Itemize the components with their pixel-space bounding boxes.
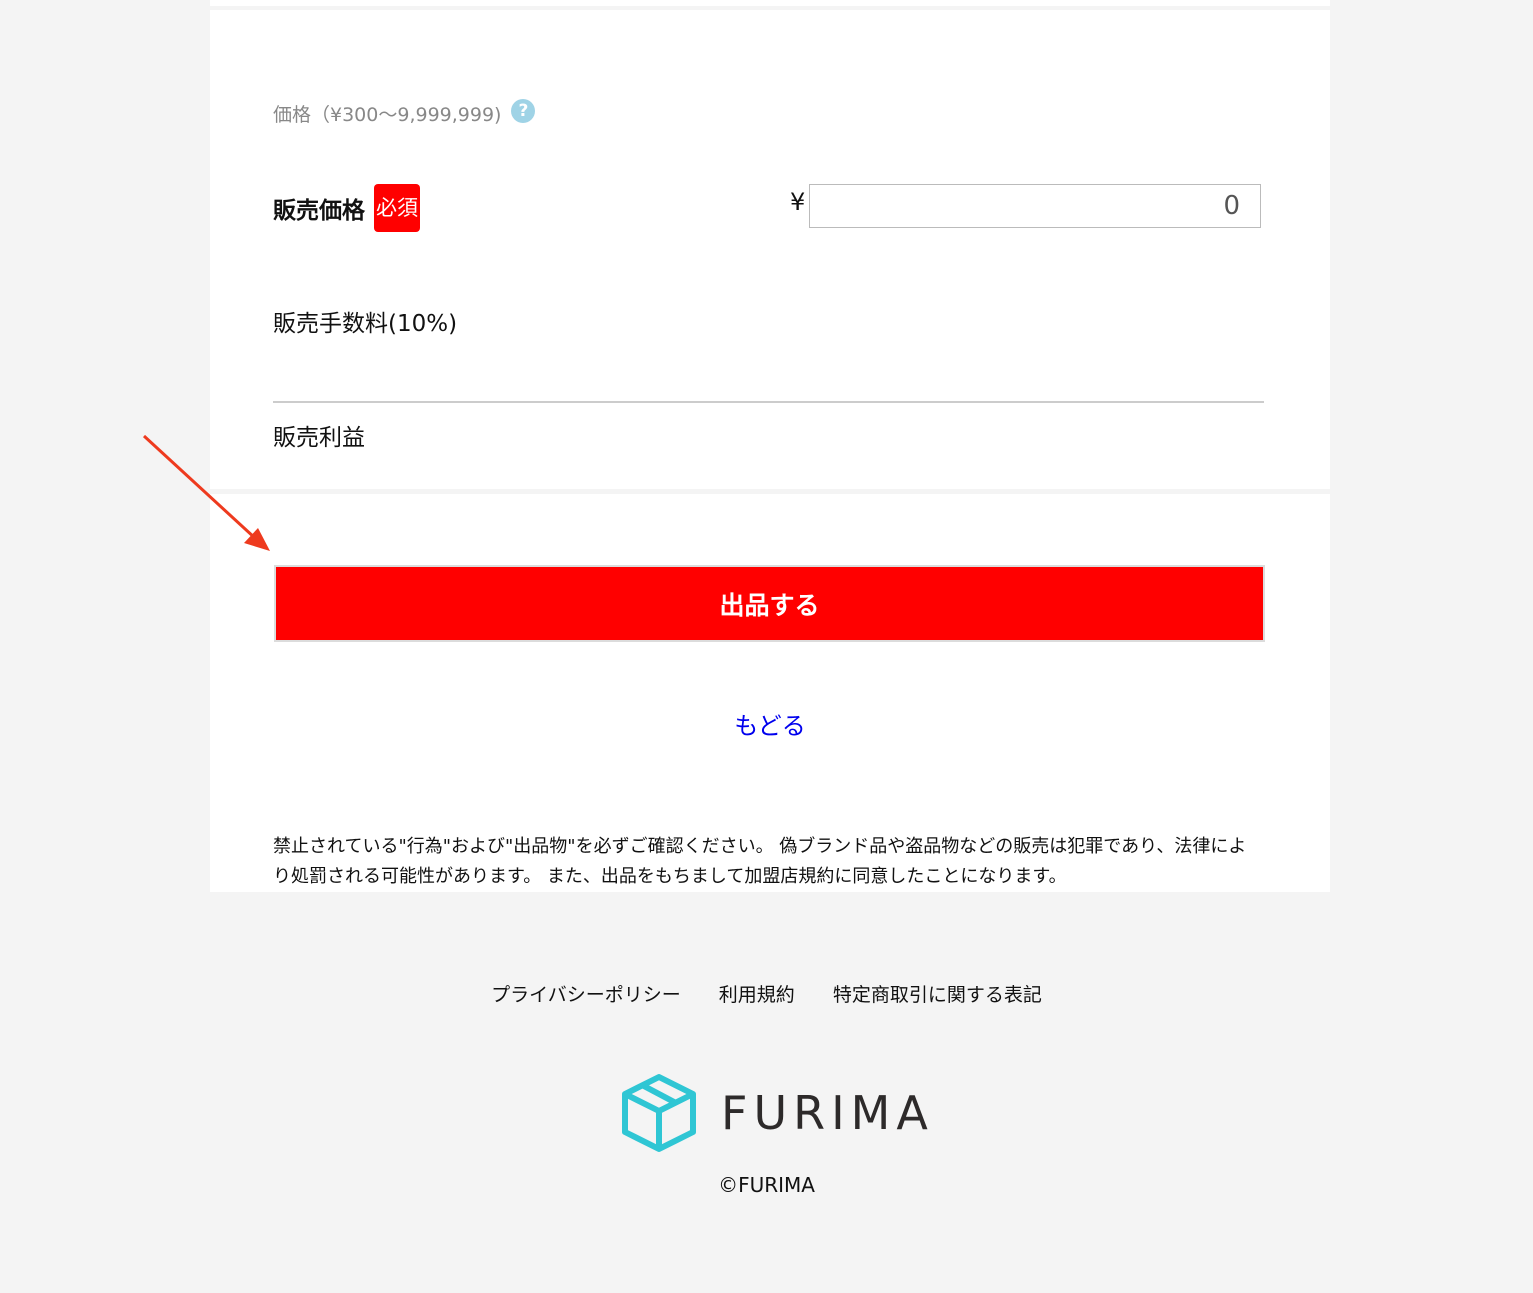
privacy-policy-link[interactable]: プライバシーポリシー [491, 980, 681, 1007]
question-circle-icon[interactable]: ? [511, 98, 536, 123]
prohibited-items-notice: 禁止されている"行為"および"出品物"を必ずご確認ください。 偽ブランド品や盗品… [273, 836, 1247, 887]
logo-text: FURIMA [721, 1086, 934, 1140]
red-arrow-icon [142, 434, 270, 551]
commercial-transactions-link[interactable]: 特定商取引に関する表記 [833, 980, 1042, 1007]
page: 価格（¥300〜9,999,999) ? 販売価格 必須 ¥ 販売手数料(10%… [0, 0, 1533, 1293]
sales-fee-label: 販売手数料(10%) [273, 311, 458, 337]
sale-price-label: 販売価格 必須 [273, 184, 420, 232]
price-input[interactable] [809, 184, 1261, 228]
sale-price-label-text: 販売価格 [273, 198, 365, 224]
divider [273, 401, 1264, 403]
price-heading: 価格（¥300〜9,999,999) ? [273, 98, 536, 127]
submit-panel: 出品する もどる 禁止されている"行為"および"出品物"を必ずご確認ください。 … [210, 494, 1330, 892]
furima-logo[interactable]: FURIMA [621, 1073, 934, 1153]
price-heading-text: 価格（¥300〜9,999,999) [273, 104, 502, 126]
top-panel-edge [210, 0, 1330, 6]
copyright: ©FURIMA [718, 1173, 815, 1197]
currency-symbol: ¥ [790, 188, 806, 216]
price-panel: 価格（¥300〜9,999,999) ? 販売価格 必須 ¥ 販売手数料(10%… [210, 10, 1330, 489]
terms-of-use-link[interactable]: 利用規約 [719, 980, 795, 1007]
sales-profit-label: 販売利益 [273, 425, 365, 451]
cube-icon [622, 1074, 696, 1152]
footer-links: プライバシーポリシー 利用規約 特定商取引に関する表記 [0, 980, 1533, 1007]
required-badge: 必須 [374, 184, 420, 232]
back-link[interactable]: もどる [210, 706, 1330, 741]
submit-listing-button[interactable]: 出品する [274, 565, 1265, 642]
